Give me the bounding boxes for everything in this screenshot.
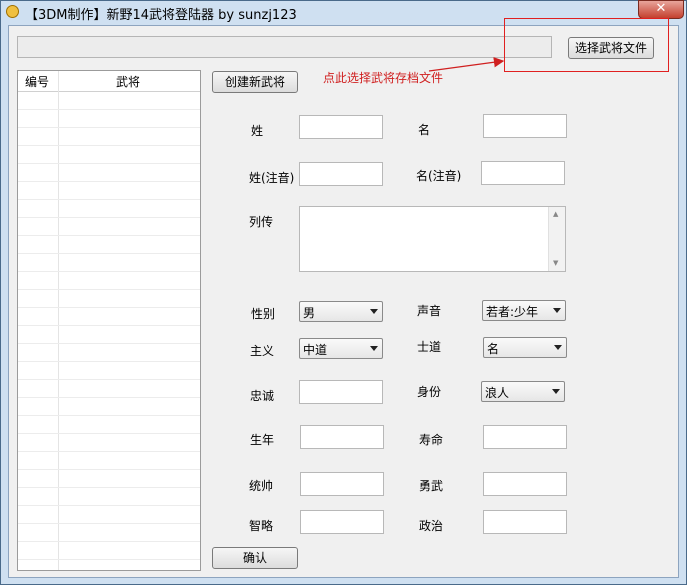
biography-label: 列传 (249, 215, 274, 229)
politics-label: 政治 (419, 519, 444, 533)
row-divider (18, 217, 200, 218)
chevron-down-icon (553, 308, 561, 313)
chevron-down-icon (370, 309, 378, 314)
row-divider (18, 127, 200, 128)
close-icon: ✕ (655, 1, 667, 16)
status-select[interactable]: 浪人 (481, 381, 565, 402)
gender-select[interactable]: 男 (299, 301, 383, 322)
code-select[interactable]: 名 (483, 337, 567, 358)
app-icon (6, 5, 19, 18)
ideology-value: 中道 (303, 343, 328, 357)
lifespan-input[interactable] (483, 425, 567, 449)
row-divider (18, 451, 200, 452)
row-divider (18, 559, 200, 560)
surname-input[interactable] (299, 115, 383, 139)
main-window: 【3DM制作】新野14武将登陆器 by sunzj123 ✕ 选择武将文件 点此… (0, 0, 687, 585)
row-divider (18, 469, 200, 470)
gender-label: 性别 (251, 307, 276, 321)
voice-value: 若者:少年 (486, 305, 539, 319)
row-divider (18, 415, 200, 416)
loyalty-input[interactable] (299, 380, 383, 404)
surname-reading-input[interactable] (299, 162, 383, 186)
chevron-down-icon (552, 389, 560, 394)
intellect-label: 智略 (249, 519, 274, 533)
general-list[interactable]: 编号 武将 (17, 70, 201, 571)
row-divider (18, 253, 200, 254)
status-value: 浪人 (485, 386, 510, 400)
biography-scrollbar[interactable]: ▲ ▼ (548, 207, 565, 271)
confirm-button[interactable]: 确认 (212, 547, 298, 569)
given-name-label: 名 (418, 123, 431, 137)
chevron-down-icon (554, 345, 562, 350)
lifespan-label: 寿命 (419, 433, 444, 447)
row-divider (18, 487, 200, 488)
surname-label: 姓 (251, 124, 264, 138)
row-divider (18, 361, 200, 362)
row-divider (18, 199, 200, 200)
loyalty-label: 忠诚 (250, 389, 275, 403)
row-divider (18, 307, 200, 308)
row-divider (18, 379, 200, 380)
row-divider (18, 523, 200, 524)
ideology-label: 主义 (250, 344, 275, 358)
politics-input[interactable] (483, 510, 567, 534)
row-divider (18, 343, 200, 344)
gender-value: 男 (303, 306, 316, 320)
birth-year-label: 生年 (250, 433, 275, 447)
given-name-input[interactable] (483, 114, 567, 138)
select-file-button[interactable]: 选择武将文件 (568, 37, 654, 59)
row-divider (18, 109, 200, 110)
row-divider (18, 235, 200, 236)
surname-reading-label: 姓(注音) (249, 171, 295, 185)
hint-text: 点此选择武将存档文件 (323, 71, 444, 85)
birth-year-input[interactable] (300, 425, 384, 449)
voice-label: 声音 (417, 304, 442, 318)
row-divider (18, 271, 200, 272)
row-divider (18, 181, 200, 182)
client-area: 选择武将文件 点此选择武将存档文件 创建新武将 编号 武将 姓 名 姓(注音) … (8, 18, 679, 578)
code-label: 士道 (417, 340, 442, 354)
status-label: 身份 (417, 385, 442, 399)
scroll-up-icon[interactable]: ▲ (553, 210, 558, 218)
column-header-id[interactable]: 编号 (25, 73, 49, 90)
row-divider (18, 505, 200, 506)
create-general-button[interactable]: 创建新武将 (212, 71, 298, 93)
voice-select[interactable]: 若者:少年 (482, 300, 566, 321)
window-title: 【3DM制作】新野14武将登陆器 by sunzj123 (25, 8, 297, 23)
code-value: 名 (487, 342, 500, 356)
scroll-down-icon[interactable]: ▼ (553, 259, 558, 267)
row-divider (18, 289, 200, 290)
leadership-label: 统帅 (249, 479, 274, 493)
valor-label: 勇武 (419, 479, 444, 493)
valor-input[interactable] (483, 472, 567, 496)
row-divider (18, 433, 200, 434)
intellect-input[interactable] (300, 510, 384, 534)
row-divider (18, 145, 200, 146)
leadership-input[interactable] (300, 472, 384, 496)
biography-textarea[interactable]: ▲ ▼ (299, 206, 566, 272)
close-button[interactable]: ✕ (638, 0, 684, 19)
list-header: 编号 武将 (18, 71, 200, 92)
column-header-general[interactable]: 武将 (116, 73, 140, 90)
given-name-reading-input[interactable] (481, 161, 565, 185)
ideology-select[interactable]: 中道 (299, 338, 383, 359)
row-divider (18, 325, 200, 326)
chevron-down-icon (370, 346, 378, 351)
row-divider (18, 397, 200, 398)
row-divider (18, 541, 200, 542)
file-path-field[interactable] (17, 36, 552, 58)
given-name-reading-label: 名(注音) (416, 169, 462, 183)
row-divider (18, 163, 200, 164)
